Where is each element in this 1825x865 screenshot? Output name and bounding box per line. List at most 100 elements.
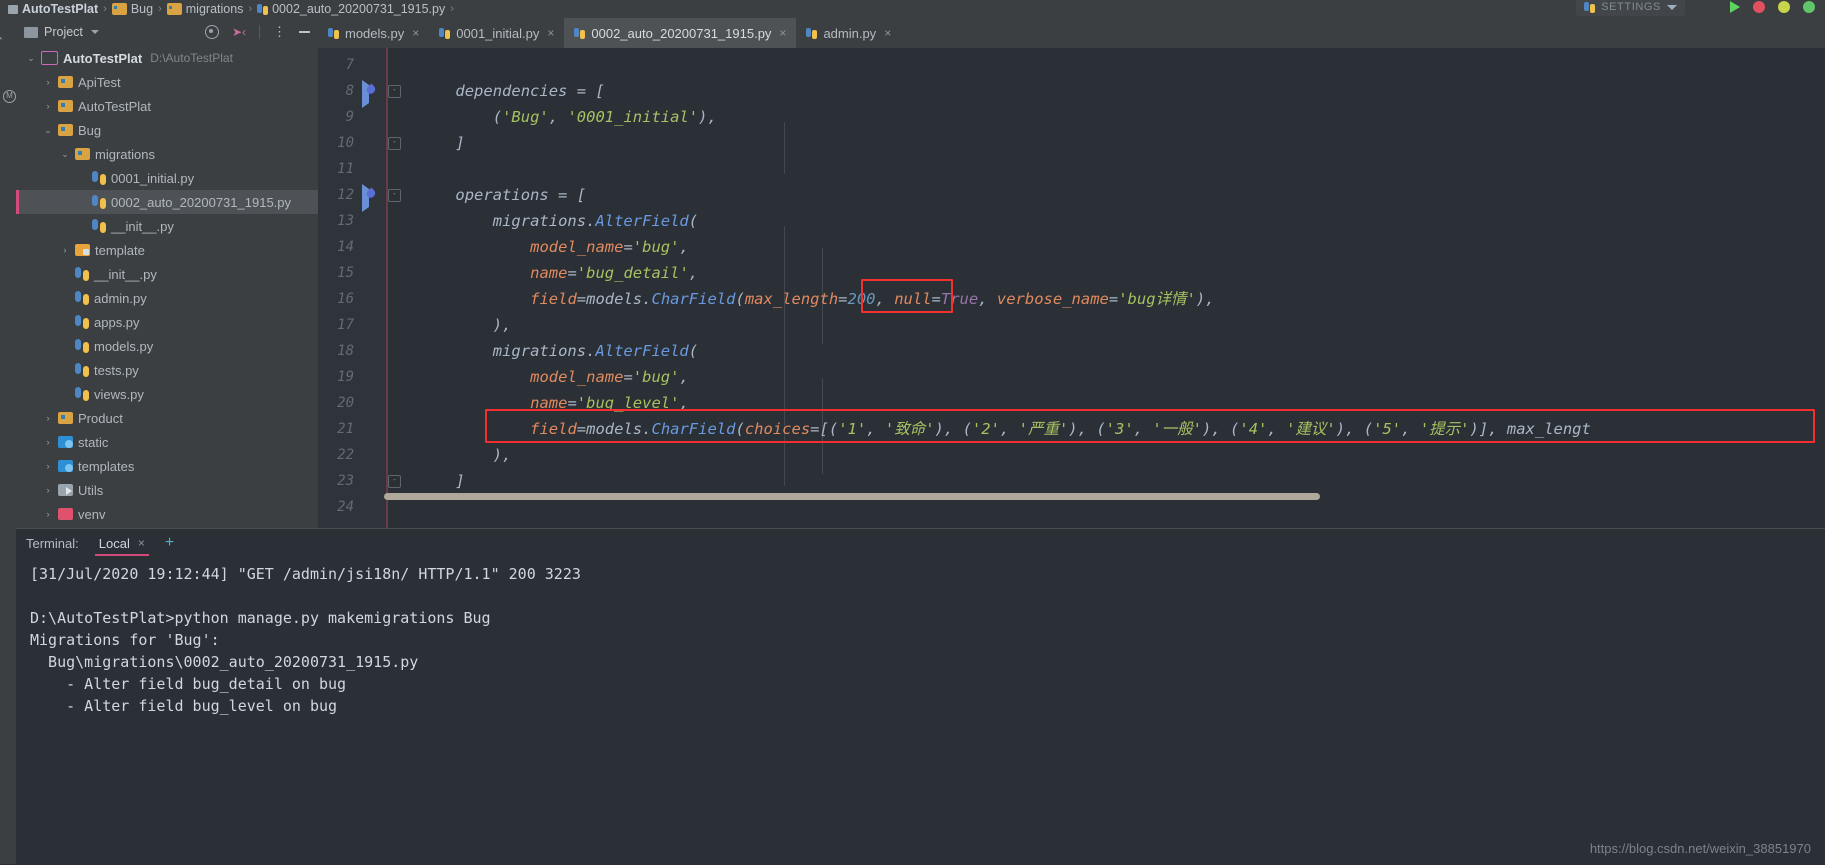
python-file-icon	[75, 291, 89, 305]
breadcrumb-item-file[interactable]: 0002_auto_20200731_1915.py	[257, 2, 445, 16]
breadcrumb-item-project[interactable]: AutoTestPlat	[8, 2, 98, 16]
code-line[interactable]: field=models.CharField(max_length=200, n…	[418, 286, 1214, 312]
code-line[interactable]: model_name='bug',	[418, 364, 689, 390]
profile-icon[interactable]	[1803, 1, 1815, 13]
chevron-right-icon[interactable]: ›	[43, 485, 53, 495]
tree-row[interactable]: ›views.py	[16, 382, 318, 406]
code-line[interactable]: operations = [	[418, 182, 586, 208]
tree-row[interactable]: › template	[16, 238, 318, 262]
chevron-right-icon[interactable]: ›	[60, 245, 70, 255]
kebab-icon[interactable]: ⋮	[273, 25, 286, 38]
target-icon[interactable]	[204, 25, 219, 39]
chevron-right-icon[interactable]: ›	[43, 413, 53, 423]
terminal-line: [31/Jul/2020 19:12:44] "GET /admin/jsi18…	[30, 565, 581, 583]
code-line[interactable]: model_name='bug',	[418, 234, 689, 260]
python-file-icon	[257, 3, 269, 15]
code-fold-toggle[interactable]: -	[388, 85, 401, 98]
tree-row[interactable]: ›__init__.py	[16, 262, 318, 286]
tree-row[interactable]: ⌄ AutoTestPlat D:\AutoTestPlat	[16, 46, 318, 70]
editor-tab[interactable]: 0002_auto_20200731_1915.py ×	[564, 18, 797, 48]
coverage-icon[interactable]	[1778, 1, 1790, 13]
tool-window-structure[interactable]: 7: Structure	[0, 658, 6, 715]
tree-row[interactable]: ⌄ migrations	[16, 142, 318, 166]
code-line[interactable]: ]	[418, 130, 464, 156]
tree-row[interactable]: ›0002_auto_20200731_1915.py	[16, 190, 318, 214]
tree-row-label: admin.py	[94, 290, 147, 306]
tree-row[interactable]: › venv	[16, 502, 318, 526]
chevron-down-icon[interactable]: ⌄	[60, 149, 70, 160]
close-icon[interactable]: ×	[884, 26, 891, 40]
line-number: 9	[345, 109, 354, 125]
chevron-down-icon[interactable]	[90, 30, 99, 34]
tree-row[interactable]: ›models.py	[16, 334, 318, 358]
folder-icon	[75, 148, 90, 160]
run-configuration-selector[interactable]: SETTINGS	[1576, 0, 1685, 16]
tree-row[interactable]: › AutoTestPlat	[16, 94, 318, 118]
code-fold-toggle[interactable]: -	[388, 137, 401, 150]
tree-row[interactable]: › Product	[16, 406, 318, 430]
tree-row[interactable]: ›apps.py	[16, 310, 318, 334]
chevron-right-icon[interactable]: ›	[43, 437, 53, 447]
code-line[interactable]: dependencies = [	[418, 78, 604, 104]
tree-row[interactable]: › ApiTest	[16, 70, 318, 94]
code-line[interactable]: ]	[418, 468, 464, 494]
templates-folder-icon	[58, 460, 73, 472]
chevron-right-icon[interactable]: ›	[43, 77, 53, 87]
chevron-down-icon[interactable]: ⌄	[43, 125, 53, 136]
collapse-all-icon[interactable]: ➤‹	[232, 25, 246, 39]
python-file-icon	[439, 27, 451, 39]
chevron-right-icon[interactable]: ›	[43, 509, 53, 519]
breadcrumb-item-migrations[interactable]: migrations	[166, 2, 243, 16]
tree-row-label: AutoTestPlat	[78, 98, 151, 114]
python-file-icon	[328, 27, 339, 39]
tree-row[interactable]: ›admin.py	[16, 286, 318, 310]
tree-row-label: models.py	[94, 338, 154, 354]
tree-row[interactable]: ›0001_initial.py	[16, 166, 318, 190]
close-icon[interactable]: ×	[412, 26, 419, 40]
project-tree[interactable]: ⌄ AutoTestPlat D:\AutoTestPlat › ApiTest › Aut…	[16, 46, 318, 528]
tree-row[interactable]: ›tests.py	[16, 358, 318, 382]
debug-bug-icon[interactable]	[1753, 1, 1765, 13]
tree-row[interactable]: › templates	[16, 454, 318, 478]
code-line[interactable]: migrations.AlterField(	[418, 208, 698, 234]
python-file-icon	[92, 219, 106, 233]
editor-tab[interactable]: models.py ×	[318, 18, 429, 48]
terminal-output[interactable]: [31/Jul/2020 19:12:44] "GET /admin/jsi18…	[16, 557, 1825, 865]
add-terminal-icon[interactable]: +	[165, 535, 174, 551]
code-line[interactable]: name='bug_detail',	[418, 260, 698, 286]
chevron-right-icon[interactable]: ›	[43, 461, 53, 471]
run-migration-icon[interactable]	[362, 80, 378, 108]
close-icon[interactable]: ×	[779, 26, 786, 40]
code-editor[interactable]: 7 8 - dependencies = [9 ('Bug', '0001_init…	[318, 48, 1825, 528]
tool-window-project[interactable]: 1: Project	[0, 22, 6, 68]
tree-row[interactable]: ⌄ Bug	[16, 118, 318, 142]
run-migration-icon[interactable]	[362, 184, 378, 212]
editor-text[interactable]: 7 8 - dependencies = [9 ('Bug', '0001_init…	[318, 48, 1825, 528]
chevron-down-icon[interactable]: ⌄	[26, 53, 36, 64]
editor-horizontal-scrollbar[interactable]	[384, 493, 1320, 500]
code-line[interactable]: ),	[418, 442, 512, 468]
tree-row[interactable]: › Utils	[16, 478, 318, 502]
tree-row[interactable]: ›__init__.py	[16, 214, 318, 238]
code-line[interactable]: ('Bug', '0001_initial'),	[418, 104, 717, 130]
python-config-icon	[1584, 1, 1596, 13]
close-icon[interactable]: ×	[138, 536, 145, 550]
run-triangle-icon[interactable]	[1730, 1, 1740, 13]
tree-row[interactable]: › static	[16, 430, 318, 454]
close-icon[interactable]: ×	[547, 26, 554, 40]
maven-icon[interactable]: M	[3, 90, 16, 103]
minus-icon[interactable]	[299, 30, 310, 34]
project-panel-title[interactable]: Project	[44, 25, 83, 39]
code-line[interactable]: migrations.AlterField(	[418, 338, 698, 364]
editor-tab[interactable]: admin.py ×	[796, 18, 901, 48]
code-line[interactable]: ),	[418, 312, 512, 338]
chevron-right-icon[interactable]: ›	[43, 101, 53, 111]
python-file-icon	[574, 27, 586, 39]
terminal-tab-local[interactable]: Local ×	[93, 529, 151, 557]
code-fold-toggle[interactable]: -	[388, 189, 401, 202]
code-fold-toggle[interactable]: -	[388, 475, 401, 488]
breadcrumb-item-bug[interactable]: Bug	[111, 2, 153, 16]
editor-tab[interactable]: 0001_initial.py ×	[429, 18, 564, 48]
editor-tab-bar[interactable]: models.py × 0001_initial.py × 0002_auto_2020…	[318, 18, 1825, 48]
